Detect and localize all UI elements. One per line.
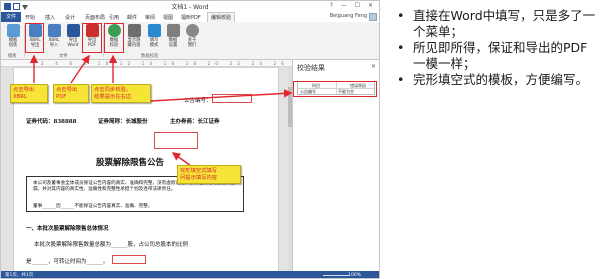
section-heading-1: 一、本批次股票解除限售总体情况	[26, 226, 109, 232]
paragraph-line-2: 是______，可转让时间为______。	[26, 259, 109, 265]
xbrl-import-button[interactable]: XBRL 导入	[45, 24, 63, 52]
close-icon[interactable]: ✕	[371, 63, 376, 70]
director-statement: 董事______因______不能保证公告内容真实、准确、完整。	[33, 204, 153, 209]
data-settings-button[interactable]: 数据 设置	[164, 24, 182, 52]
document-heading: 股票解除限售公告	[96, 158, 165, 168]
window-title: 文档1 - Word	[171, 4, 209, 11]
bullet-item: • 完形填空式的模板，方便编写。	[397, 72, 589, 87]
announcement-no-label: 公告编号：	[184, 98, 212, 104]
tab-references[interactable]: 引用	[109, 14, 119, 21]
title-field[interactable]	[154, 132, 198, 149]
title-bar: 文档1 - Word ? — ☐ ✕	[1, 1, 379, 12]
data-settings-icon	[166, 24, 180, 37]
status-bar: 第1页，共1页 100%	[1, 271, 379, 278]
group-label-data-validate: 数据校验	[141, 54, 159, 59]
paragraph-line-1: 本批次股票解除限售数量总额为______股，占公司总股本的比例	[34, 242, 189, 248]
tab-file[interactable]: 文件	[1, 12, 21, 22]
securities-abbr: 证券简称：长城股份	[98, 119, 148, 125]
xbrl-export-highlight	[25, 23, 44, 53]
show-hide-icon	[127, 24, 141, 37]
transfer-time-field[interactable]	[112, 255, 146, 264]
announcement-no-field[interactable]	[212, 94, 252, 103]
tab-foxit-pdf[interactable]: 福昕PDF	[181, 14, 201, 21]
xbrl-import-icon	[47, 24, 61, 37]
tab-layout[interactable]: 页面布局	[85, 14, 105, 21]
page-count: 第1页，共1页	[5, 273, 34, 278]
validation-result-highlight	[293, 81, 377, 97]
group-label-file: 文件	[59, 54, 68, 59]
tab-home[interactable]: 开始	[25, 14, 35, 21]
word-window: 文档1 - Word ? — ☐ ✕ 文件 开始 插入 设计 页面布局 引用 邮…	[0, 0, 380, 279]
about-icon	[185, 24, 199, 37]
tab-view[interactable]: 视图	[163, 14, 173, 21]
validate-highlight	[104, 23, 124, 53]
tab-edit-validate[interactable]: 编辑校验	[207, 12, 236, 22]
about-us-button[interactable]: 关于 我们	[183, 24, 201, 52]
feature-bullets: • 直接在Word中填写，只是多了一个菜单； • 所见即所得，保证和导出的PDF一模…	[395, 8, 597, 88]
window-controls[interactable]: ? — ☐ ✕	[330, 2, 376, 9]
bullet-dot-icon: •	[397, 8, 405, 23]
sponsor-broker: 主办券商：长江证券	[170, 119, 220, 125]
user-name[interactable]: Beiguang Feng	[330, 13, 367, 19]
show-hide-content-button[interactable]: 显示隐 藏内容	[125, 24, 143, 52]
template-icon	[6, 24, 20, 37]
zoom-level[interactable]: 100%	[348, 271, 361, 278]
bullet-item: • 所见即所得，保证和导出的PDF一模一样；	[397, 40, 588, 71]
fill-mode-button[interactable]: 填写 模式	[145, 24, 163, 52]
avatar[interactable]	[369, 13, 377, 21]
zoom-slider[interactable]	[323, 275, 349, 276]
group-label-template: 模板	[8, 54, 17, 59]
tab-mailings[interactable]: 邮件	[127, 14, 137, 21]
bullet-item: • 直接在Word中填写，只是多了一个菜单；	[397, 8, 596, 39]
pdf-callout: 点击导出 PDF	[53, 84, 89, 103]
pdf-export-highlight	[82, 23, 102, 53]
ribbon-tabs: 文件 开始 插入 设计 页面布局 引用 邮件 审阅 视图 福昕PDF 编辑校验 …	[1, 12, 379, 22]
pane-title: 校验结果	[297, 64, 325, 72]
fill-mode-icon	[147, 24, 161, 37]
tab-design[interactable]: 设计	[65, 14, 75, 21]
template-assemble-button[interactable]: 模板 组装	[4, 24, 22, 52]
fill-callout: 完形填空式填写 问提示填写内容	[177, 165, 241, 184]
tab-insert[interactable]: 插入	[45, 14, 55, 21]
word-export-icon	[66, 24, 80, 37]
tab-review[interactable]: 审阅	[145, 14, 155, 21]
securities-code: 证券代码：838888	[26, 119, 77, 125]
bullet-dot-icon: •	[397, 40, 405, 55]
ribbon: 模板 组装 XBRL 导出 XBRL 导入 导出 Word 导出 PDF 数据 …	[1, 22, 379, 60]
validate-callout: 点击同步校验， 结果提示在右边	[91, 84, 151, 103]
xbrl-callout: 点击导出 XBRL	[10, 84, 48, 103]
bullet-dot-icon: •	[397, 72, 405, 87]
export-word-button[interactable]: 导出 Word	[64, 24, 82, 52]
